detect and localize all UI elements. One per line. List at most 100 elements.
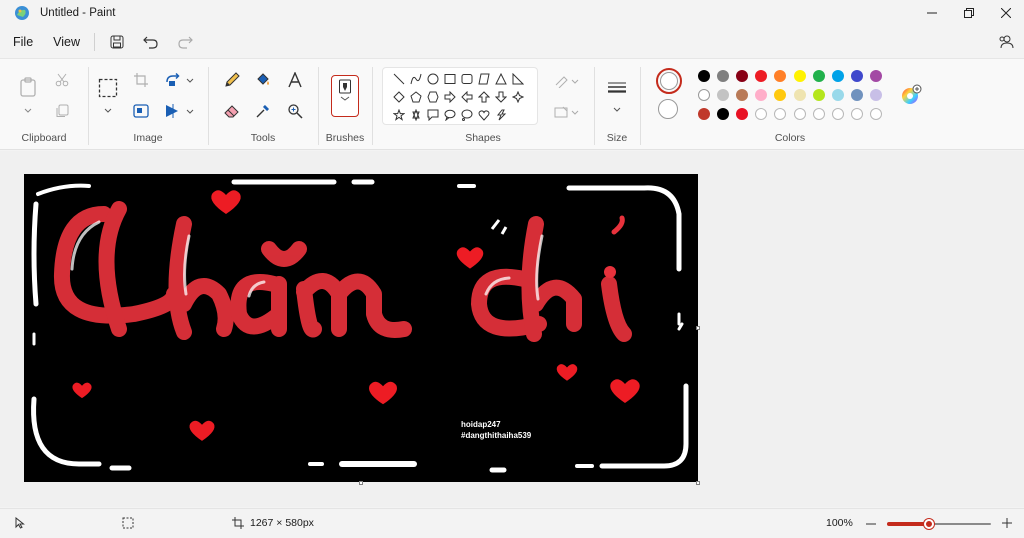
empty-color-slot[interactable] [831,108,844,120]
pencil-button[interactable] [220,68,244,92]
up-arrow-shape[interactable] [476,89,492,105]
crop-button[interactable] [129,68,153,92]
color-swatch[interactable] [850,70,863,82]
magnifier-button[interactable] [283,99,307,123]
four-point-star-shape[interactable] [510,89,526,105]
flip-button[interactable] [161,99,185,123]
cut-button[interactable] [50,68,74,92]
eraser-button[interactable] [220,99,244,123]
rotate-button[interactable] [161,68,185,92]
rect-callout-shape[interactable] [425,107,441,123]
chevron-down-icon [24,108,32,113]
diamond-shape[interactable] [391,89,407,105]
polygon-shape[interactable] [476,71,492,87]
lightning-shape[interactable] [493,107,509,123]
undo-button[interactable] [137,30,165,54]
minimize-button[interactable] [913,0,950,26]
color-swatch[interactable] [793,70,806,82]
five-point-star-shape[interactable] [391,107,407,123]
color-swatch[interactable] [698,89,710,101]
six-point-star-shape[interactable] [408,107,424,123]
outline-dropdown[interactable] [570,76,580,86]
color-swatch[interactable] [812,89,825,101]
oval-shape[interactable] [425,71,441,87]
color-swatch[interactable] [698,70,710,82]
text-button[interactable] [283,68,307,92]
frame-strokes [31,179,689,473]
image-label: Image [133,132,163,144]
empty-color-slot[interactable] [850,108,863,120]
color-swatch[interactable] [869,89,882,101]
color-swatch[interactable] [793,89,806,101]
color-swatch[interactable] [698,108,710,120]
select-button[interactable] [96,76,120,100]
drawing-canvas[interactable]: hoidap247 #dangthithaiha539 [24,174,698,482]
right-arrow-shape[interactable] [442,89,458,105]
empty-color-slot[interactable] [869,108,882,120]
star-icon [393,109,405,121]
oval-callout-shape[interactable] [442,107,458,123]
status-bar: 1267 × 580px 100% [0,508,1024,538]
pentagon-shape[interactable] [408,89,424,105]
rotate-dropdown[interactable] [185,75,195,85]
select-dropdown[interactable] [103,105,113,115]
color-swatch[interactable] [717,89,730,101]
color-swatch[interactable] [831,89,844,101]
restore-button[interactable] [950,0,987,26]
size-button[interactable] [605,77,629,101]
triangle-shape[interactable] [493,71,509,87]
down-arrow-shape[interactable] [493,89,509,105]
color-swatch[interactable] [831,70,844,82]
zoom-out-button[interactable] [866,519,876,529]
curve-shape[interactable] [408,71,424,87]
redo-button[interactable] [171,30,199,54]
resize-handle-right[interactable] [696,326,700,330]
zoom-slider-thumb[interactable] [923,519,934,529]
color-swatch[interactable] [717,70,730,82]
brushes-button[interactable] [331,75,359,117]
cloud-callout-shape[interactable] [459,107,475,123]
rotate-icon [166,73,180,86]
secondary-color-swatch[interactable] [658,99,678,119]
line-shape[interactable] [391,71,407,87]
resize-button[interactable] [129,99,153,123]
size-dropdown[interactable] [612,104,622,114]
rounded-rectangle-shape[interactable] [459,71,475,87]
copy-button[interactable] [50,99,74,123]
tools-group: Tools [209,59,317,151]
color-swatch[interactable] [850,89,863,101]
zoom-in-button[interactable] [1002,518,1012,528]
settings-button[interactable] [994,30,1018,54]
primary-color-swatch[interactable] [656,68,682,94]
right-triangle-shape[interactable] [510,71,526,87]
flip-dropdown[interactable] [185,106,195,116]
zoom-level-label[interactable]: 100% [826,517,853,529]
fill-button[interactable] [251,68,275,92]
close-button[interactable] [987,0,1024,26]
scissors-icon [55,73,69,87]
up-arrow-icon [478,91,490,103]
left-arrow-shape[interactable] [459,89,475,105]
view-menu[interactable]: View [43,30,90,54]
shapes-gallery [382,67,538,125]
heart-shape[interactable] [476,107,492,123]
rectangle-shape[interactable] [442,71,458,87]
empty-color-slot[interactable] [793,108,806,120]
paste-dropdown[interactable] [23,105,33,115]
color-swatch[interactable] [717,108,730,120]
empty-color-slot[interactable] [812,108,825,120]
edit-colors-button[interactable] [899,83,923,107]
fill-dropdown[interactable] [570,107,580,117]
paste-button[interactable] [16,75,40,99]
color-swatch[interactable] [812,70,825,82]
resize-handle-corner[interactable] [696,481,700,485]
zoom-slider[interactable] [887,519,991,529]
heart-shape-5 [556,364,578,381]
hexagon-shape[interactable] [425,89,441,105]
color-swatch[interactable] [869,70,882,82]
file-menu[interactable]: File [3,30,43,54]
resize-handle-bottom[interactable] [359,481,363,485]
chăm-chỉ-lettering [54,201,632,342]
save-button[interactable] [103,30,131,54]
color-picker-button[interactable] [251,99,275,123]
